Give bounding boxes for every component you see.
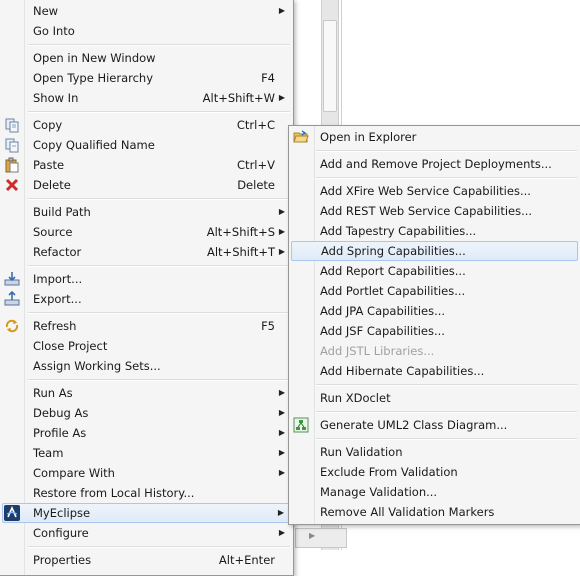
submenu-arrow-icon: ▶ xyxy=(277,508,284,517)
submenu-item-add-report[interactable]: Add Report Capabilities... xyxy=(291,261,578,281)
submenu-arrow-icon: ▶ xyxy=(278,468,285,477)
menu-separator xyxy=(28,312,290,314)
submenu-arrow-icon: ▶ xyxy=(278,408,285,417)
submenu-arrow-icon: ▶ xyxy=(278,528,285,537)
myeclipse-icon xyxy=(4,505,20,521)
submenu-arrow-icon: ▶ xyxy=(278,6,285,15)
menu-item-team[interactable]: Team ▶ xyxy=(2,443,291,463)
submenu-item-add-jstl: Add JSTL Libraries... xyxy=(320,344,435,358)
menu-item-open-type-hierarchy[interactable]: Open Type Hierarchy F4 xyxy=(2,68,291,88)
menu-separator xyxy=(28,265,290,267)
uml-diagram-icon xyxy=(293,417,309,433)
menu-item-show-in[interactable]: Show In Alt+Shift+W ▶ xyxy=(2,88,291,108)
submenu-item-run-validation[interactable]: Run Validation xyxy=(291,442,578,462)
menu-separator xyxy=(28,546,290,548)
menu-separator xyxy=(316,177,577,179)
menu-item-close-project[interactable]: Close Project xyxy=(2,336,291,356)
submenu-arrow-icon: ▶ xyxy=(278,227,285,236)
delete-icon xyxy=(4,177,20,193)
submenu-item-add-hibernate[interactable]: Add Hibernate Capabilities... xyxy=(291,361,578,381)
submenu-item-add-tapestry[interactable]: Add Tapestry Capabilities... xyxy=(291,221,578,241)
menu-item-configure[interactable]: Configure ▶ xyxy=(2,523,291,543)
submenu-item-add-rest[interactable]: Add REST Web Service Capabilities... xyxy=(291,201,578,221)
submenu-arrow-icon: ▶ xyxy=(278,247,285,256)
menu-item-properties[interactable]: Properties Alt+Enter xyxy=(2,550,291,570)
menu-item-refresh[interactable]: Refresh F5 xyxy=(2,316,291,336)
submenu-arrow-icon: ▶ xyxy=(278,207,285,216)
submenu-item-generate-uml2[interactable]: Generate UML2 Class Diagram... xyxy=(291,415,578,435)
horizontal-scrollbar[interactable] xyxy=(295,528,347,548)
menu-separator xyxy=(316,150,577,152)
copy-icon xyxy=(4,117,20,133)
myeclipse-submenu: Open in Explorer Add and Remove Project … xyxy=(288,125,580,525)
menu-item-copy[interactable]: Copy Ctrl+C xyxy=(2,115,291,135)
submenu-item-add-xfire[interactable]: Add XFire Web Service Capabilities... xyxy=(291,181,578,201)
submenu-item-remove-validation-markers[interactable]: Remove All Validation Markers xyxy=(291,502,578,522)
menu-item-compare-with[interactable]: Compare With ▶ xyxy=(2,463,291,483)
submenu-arrow-icon: ▶ xyxy=(278,428,285,437)
menu-separator xyxy=(316,384,577,386)
submenu-item-add-portlet[interactable]: Add Portlet Capabilities... xyxy=(291,281,578,301)
menu-item-paste[interactable]: Paste Ctrl+V xyxy=(2,155,291,175)
menu-separator xyxy=(28,379,290,381)
import-icon xyxy=(4,271,20,287)
menu-item-assign-working-sets[interactable]: Assign Working Sets... xyxy=(2,356,291,376)
menu-item-export[interactable]: Export... xyxy=(2,289,291,309)
menu-separator xyxy=(28,198,290,200)
menu-separator xyxy=(316,438,577,440)
menu-item-build-path[interactable]: Build Path ▶ xyxy=(2,202,291,222)
menu-item-debug-as[interactable]: Debug As ▶ xyxy=(2,403,291,423)
scroll-right-arrow-icon[interactable]: ▶ xyxy=(309,531,315,540)
menu-item-restore-from-local-history[interactable]: Restore from Local History... xyxy=(2,483,291,503)
copy-qualified-icon xyxy=(4,137,20,153)
submenu-arrow-icon: ▶ xyxy=(278,448,285,457)
submenu-item-manage-validation[interactable]: Manage Validation... xyxy=(291,482,578,502)
menu-item-source[interactable]: Source Alt+Shift+S ▶ xyxy=(2,222,291,242)
submenu-item-open-in-explorer[interactable]: Open in Explorer xyxy=(291,127,578,147)
menu-separator xyxy=(28,44,290,46)
menu-item-open-in-new-window[interactable]: Open in New Window xyxy=(2,48,291,68)
menu-separator xyxy=(28,111,290,113)
menu-separator xyxy=(316,411,577,413)
scrollbar-thumb[interactable] xyxy=(323,20,337,112)
submenu-item-add-remove-deployments[interactable]: Add and Remove Project Deployments... xyxy=(291,154,578,174)
menu-item-delete[interactable]: Delete Delete xyxy=(2,175,291,195)
submenu-item-exclude-from-validation[interactable]: Exclude From Validation xyxy=(291,462,578,482)
submenu-item-run-xdoclet[interactable]: Run XDoclet xyxy=(291,388,578,408)
submenu-arrow-icon: ▶ xyxy=(278,93,285,102)
submenu-item-add-spring[interactable]: Add Spring Capabilities... xyxy=(291,241,578,261)
context-menu: New ▶ Go Into Open in New Window Open Ty… xyxy=(0,0,294,576)
export-icon xyxy=(4,290,20,307)
menu-item-myeclipse[interactable]: MyEclipse ▶ xyxy=(2,503,291,523)
submenu-arrow-icon: ▶ xyxy=(278,388,285,397)
folder-open-icon xyxy=(293,129,309,145)
menu-item-refactor[interactable]: Refactor Alt+Shift+T ▶ xyxy=(2,242,291,262)
menu-item-go-into[interactable]: Go Into xyxy=(2,21,291,41)
submenu-item-add-jpa[interactable]: Add JPA Capabilities... xyxy=(291,301,578,321)
submenu-item-add-jsf[interactable]: Add JSF Capabilities... xyxy=(291,321,578,341)
paste-icon xyxy=(4,157,20,173)
refresh-icon xyxy=(4,318,20,334)
menu-item-new[interactable]: New ▶ xyxy=(2,1,291,21)
menu-item-import[interactable]: Import... xyxy=(2,269,291,289)
menu-item-run-as[interactable]: Run As ▶ xyxy=(2,383,291,403)
menu-item-profile-as[interactable]: Profile As ▶ xyxy=(2,423,291,443)
menu-item-copy-qualified-name[interactable]: Copy Qualified Name xyxy=(2,135,291,155)
